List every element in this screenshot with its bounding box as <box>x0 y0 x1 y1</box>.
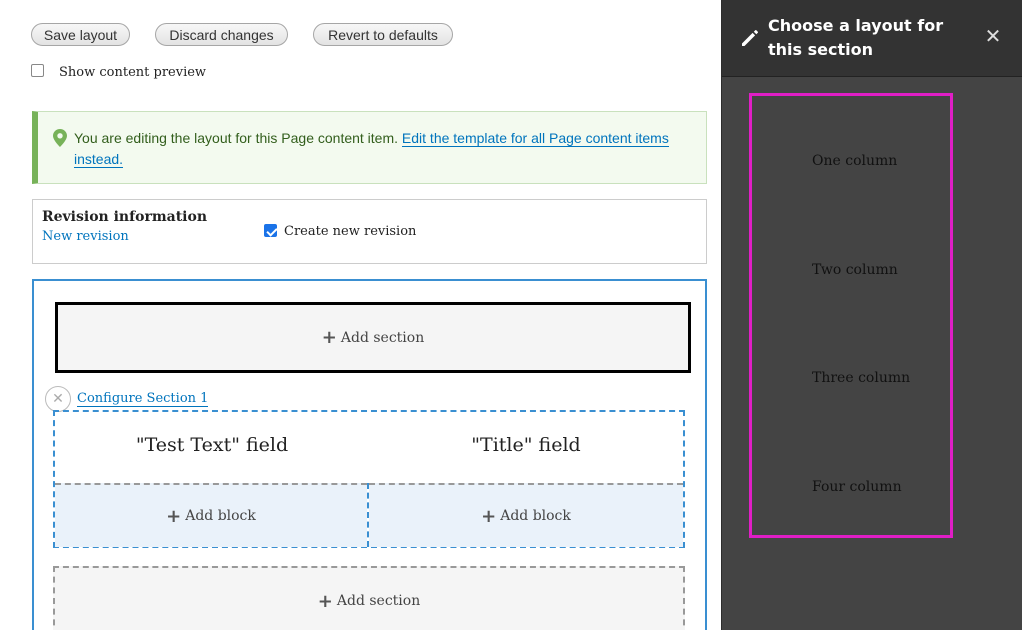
layout-option-two-column[interactable]: Two column <box>812 262 898 278</box>
revision-title: Revision information <box>42 209 208 225</box>
sidebar-title: Choose a layout for this section <box>768 16 944 59</box>
pencil-icon <box>742 29 759 46</box>
plus-icon: + <box>321 327 337 348</box>
sidebar-header: Choose a layout for this section ✕ <box>722 0 1022 77</box>
add-section-label: Add section <box>336 593 421 609</box>
plus-icon: + <box>481 505 497 527</box>
revision-panel: Revision information New revision Create… <box>32 199 707 264</box>
add-section-button-bottom[interactable]: + Add section <box>53 566 685 630</box>
configure-section-link[interactable]: Configure Section 1 <box>77 391 209 407</box>
plus-icon: + <box>317 590 333 612</box>
revision-summary: New revision <box>42 229 129 244</box>
off-canvas-sidebar: Choose a layout for this section ✕ One c… <box>721 0 1022 630</box>
revision-tab[interactable]: Revision information New revision <box>33 200 243 264</box>
discard-changes-button[interactable]: Discard changes <box>155 23 288 46</box>
show-preview-label: Show content preview <box>59 65 207 80</box>
create-revision-checkbox[interactable] <box>264 224 277 237</box>
close-icon[interactable]: ✕ <box>983 24 1003 50</box>
title-field-block[interactable]: "Title" field <box>371 434 681 456</box>
remove-section-icon[interactable]: ✕ <box>45 386 71 412</box>
add-block-button-first[interactable]: + Add block <box>55 483 367 547</box>
layout-option-four-column[interactable]: Four column <box>812 479 902 495</box>
add-section-label: Add section <box>340 329 425 346</box>
layout-options-list: One column Two column Three column Four … <box>749 93 953 538</box>
save-layout-button[interactable]: Save layout <box>31 23 130 46</box>
layout-option-one-column[interactable]: One column <box>812 153 897 169</box>
test-text-field-block[interactable]: "Test Text" field <box>57 434 367 456</box>
add-block-button-second[interactable]: + Add block <box>369 483 683 547</box>
location-pin-icon <box>53 129 67 147</box>
layout-option-three-column[interactable]: Three column <box>812 370 910 386</box>
message-text: You are editing the layout for this Page… <box>74 130 399 146</box>
message-text-block: You are editing the layout for this Page… <box>74 128 694 170</box>
revert-defaults-button[interactable]: Revert to defaults <box>313 23 453 46</box>
create-revision-label: Create new revision <box>284 224 417 239</box>
status-message: You are editing the layout for this Page… <box>32 111 707 184</box>
column-divider <box>367 483 369 547</box>
plus-icon: + <box>166 505 182 527</box>
add-section-button-top[interactable]: + Add section <box>55 302 691 373</box>
add-block-label: Add block <box>500 508 571 524</box>
add-block-label: Add block <box>185 508 256 524</box>
show-preview-checkbox[interactable] <box>31 64 44 77</box>
